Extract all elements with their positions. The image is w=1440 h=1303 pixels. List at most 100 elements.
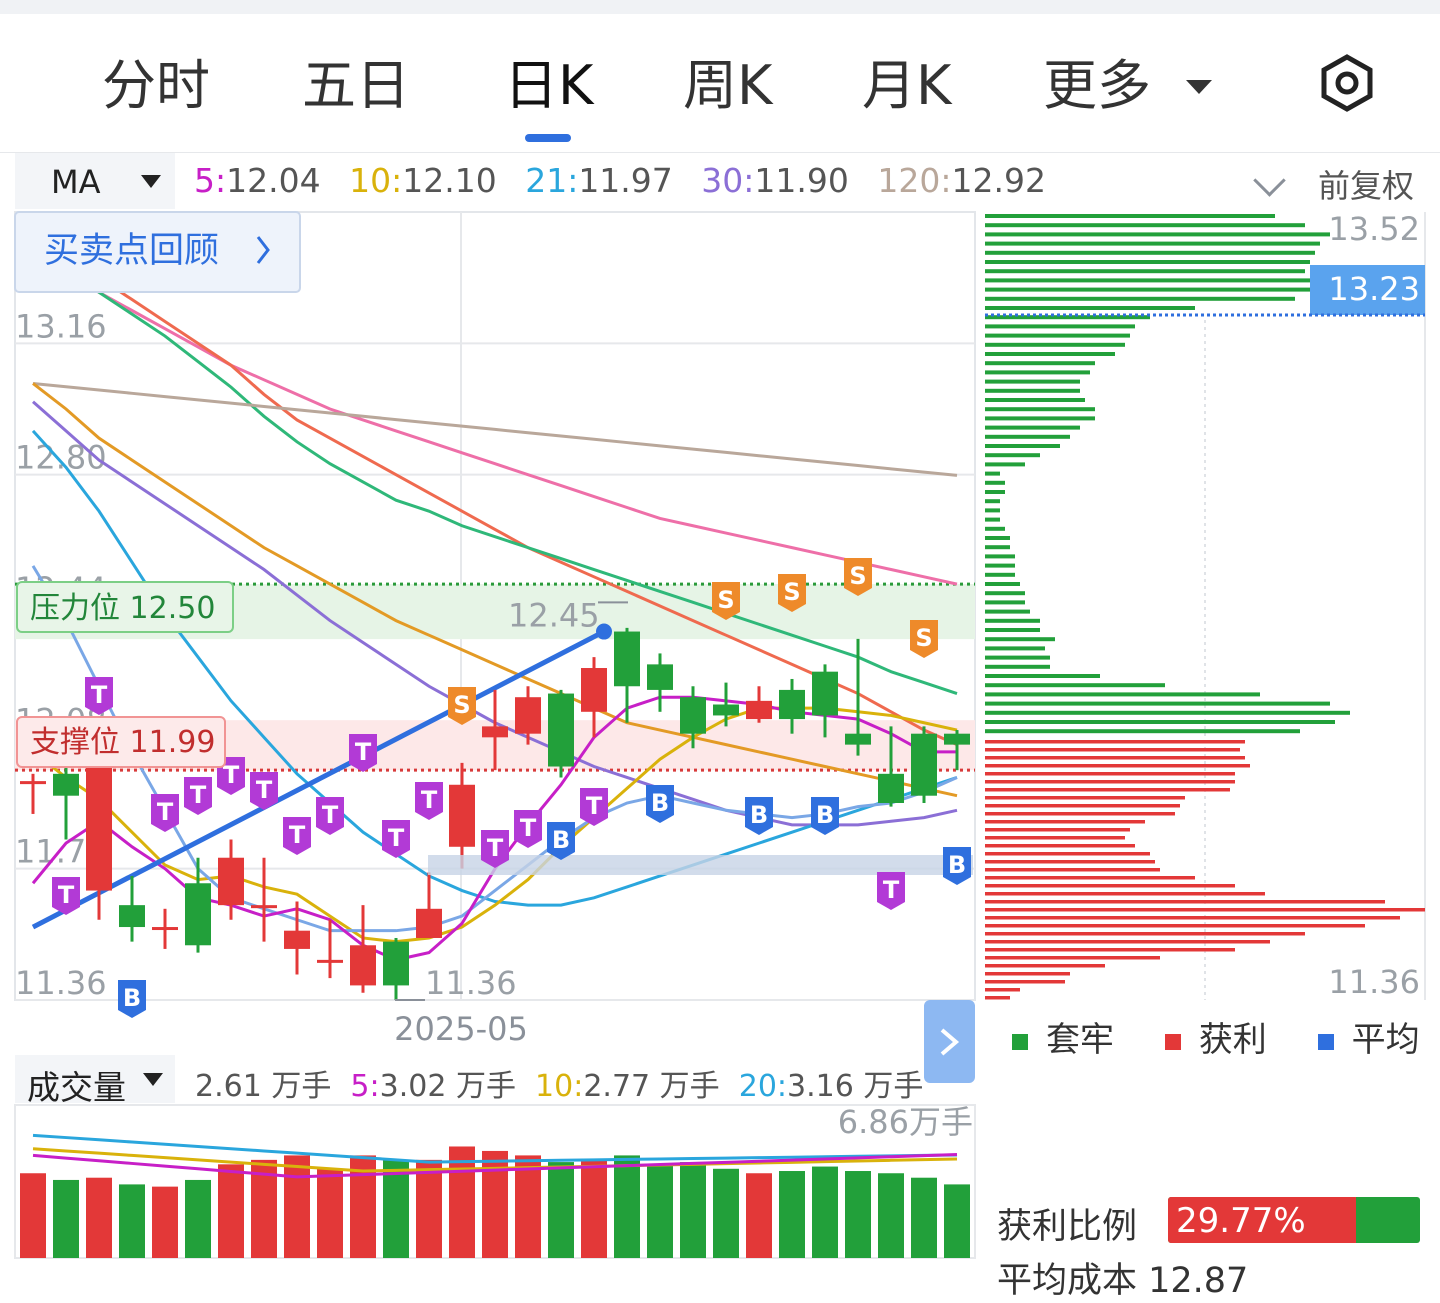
volume-bar: [713, 1168, 739, 1258]
settings-hexagon-icon[interactable]: [1318, 54, 1376, 112]
vol-ma5-value: 3.02 万手: [379, 1069, 516, 1104]
signal-marker-shape: [382, 820, 410, 858]
candle-body: [53, 773, 79, 796]
chip-bar-profit: [985, 740, 1245, 744]
vol-ma20-key: 20:: [738, 1069, 788, 1104]
signal-marker-shape: [943, 847, 971, 885]
signal-marker-shape: [85, 677, 113, 715]
volume-bar: [746, 1173, 772, 1258]
signal-marker-b: B: [118, 980, 146, 1018]
chip-bar-profit: [985, 948, 1235, 952]
chip-top-price: 13.52: [1328, 210, 1420, 248]
chip-bar-trapped: [985, 324, 1135, 329]
signal-marker-letter: S: [915, 624, 932, 652]
candle-body: [20, 781, 46, 785]
ma5-value: 12.04: [226, 161, 321, 200]
ma10-key: 10:: [349, 161, 403, 200]
volume-bar: [251, 1159, 277, 1258]
volume-bar: [284, 1155, 310, 1258]
trade-review-label: 买卖点回顾: [44, 231, 219, 271]
signal-marker-b: B: [811, 797, 839, 835]
chip-bar-trapped: [985, 214, 1275, 218]
chip-bar-trapped: [985, 296, 1295, 301]
signal-marker-shape: [712, 582, 740, 620]
more-dropdown-icon[interactable]: [1186, 80, 1212, 94]
signal-marker-letter: B: [948, 851, 966, 879]
volume-selector-label: 成交量: [27, 1068, 126, 1107]
signal-marker-shape: [118, 980, 146, 1018]
volume-frame: [14, 1104, 976, 1259]
legend-profit-label: 获利: [1198, 1020, 1267, 1060]
legend-average: 平均: [1317, 1020, 1420, 1060]
chip-bar-trapped: [985, 269, 1305, 274]
status-bar: [0, 0, 1440, 14]
chip-bar-trapped: [985, 536, 1010, 540]
candle-body: [911, 733, 937, 796]
tab-more[interactable]: 更多: [1043, 56, 1151, 116]
chip-bar-trapped: [985, 379, 1080, 384]
candle-body: [944, 733, 970, 745]
chip-bar-trapped: [985, 260, 1310, 264]
tab-daily-k[interactable]: 日K: [504, 56, 593, 116]
signal-marker-b: B: [547, 822, 575, 860]
chip-bar-profit: [985, 852, 1150, 856]
volume-header: 成交量 2.61 万手 5:3.02 万手 10:2.77 万手 20:3.16…: [15, 1055, 975, 1107]
signal-marker-shape: [778, 574, 806, 612]
chip-bar-trapped: [985, 591, 1025, 596]
candle-body: [515, 697, 541, 734]
expand-chevron-right-icon: [940, 1028, 960, 1056]
chip-bar-trapped: [985, 600, 1025, 605]
y-tick-label: 13.16: [15, 307, 107, 345]
signal-marker-shape: [184, 777, 212, 815]
ma-indicator-row: MA 5:12.04 10:12.10 21:11.97 30:11.90 12…: [0, 153, 1440, 209]
tab-monthly-k[interactable]: 月K: [862, 56, 951, 116]
signal-marker-s: S: [712, 582, 740, 620]
signal-marker-letter: T: [91, 681, 108, 709]
signal-marker-t: T: [382, 820, 410, 858]
volume-bar: [416, 1159, 442, 1258]
volume-bar: [482, 1150, 508, 1258]
ma-selector[interactable]: MA: [15, 153, 175, 209]
signal-marker-shape: [811, 797, 839, 835]
ma-dropdown-icon: [141, 175, 161, 188]
signal-marker-shape: [910, 620, 938, 658]
signal-marker-shape: [547, 822, 575, 860]
tab-weekly-k[interactable]: 周K: [683, 56, 772, 116]
adjust-mode[interactable]: 前复权: [1318, 161, 1414, 207]
signal-marker-t: T: [52, 877, 80, 915]
ma30-line: [32, 400, 958, 827]
vol-ma20-line: [32, 1133, 958, 1164]
y-tick-label: 12.08: [15, 701, 107, 739]
chip-bar-trapped: [985, 241, 1320, 246]
chip-bar-profit: [985, 884, 1235, 888]
legend-profit: 获利: [1164, 1020, 1267, 1060]
chip-bar-profit: [985, 828, 1130, 832]
ma-long-pink: [32, 254, 958, 586]
ma120-line: [32, 381, 958, 477]
candle-body: [350, 945, 376, 986]
chip-bar-trapped: [985, 398, 1085, 402]
signal-marker-letter: S: [849, 562, 866, 590]
chip-bar-trapped: [985, 545, 1010, 550]
signal-marker-b: B: [646, 785, 674, 823]
volume-bar: [680, 1162, 706, 1258]
chevron-right-icon: [256, 236, 270, 264]
volume-selector[interactable]: 成交量: [15, 1055, 175, 1107]
support-zone: [15, 720, 975, 771]
volume-bar: [53, 1179, 79, 1258]
legend-profit-swatch: [1164, 1033, 1181, 1050]
volume-bar: [812, 1166, 838, 1258]
expand-chevron-icon[interactable]: [1253, 164, 1286, 197]
tab-five-day[interactable]: 五日: [302, 56, 410, 116]
chip-bar-trapped: [985, 370, 1090, 375]
signal-marker-shape: [745, 797, 773, 835]
chip-bar-trapped: [985, 425, 1080, 430]
signal-marker-shape: [151, 794, 179, 832]
tab-minute[interactable]: 分时: [102, 56, 210, 116]
signal-marker-letter: B: [552, 826, 570, 854]
candle-body: [317, 959, 343, 963]
signal-marker-letter: S: [717, 586, 734, 614]
ma30-key: 30:: [701, 161, 755, 200]
volume-bar: [218, 1164, 244, 1258]
candle-body: [845, 733, 871, 745]
